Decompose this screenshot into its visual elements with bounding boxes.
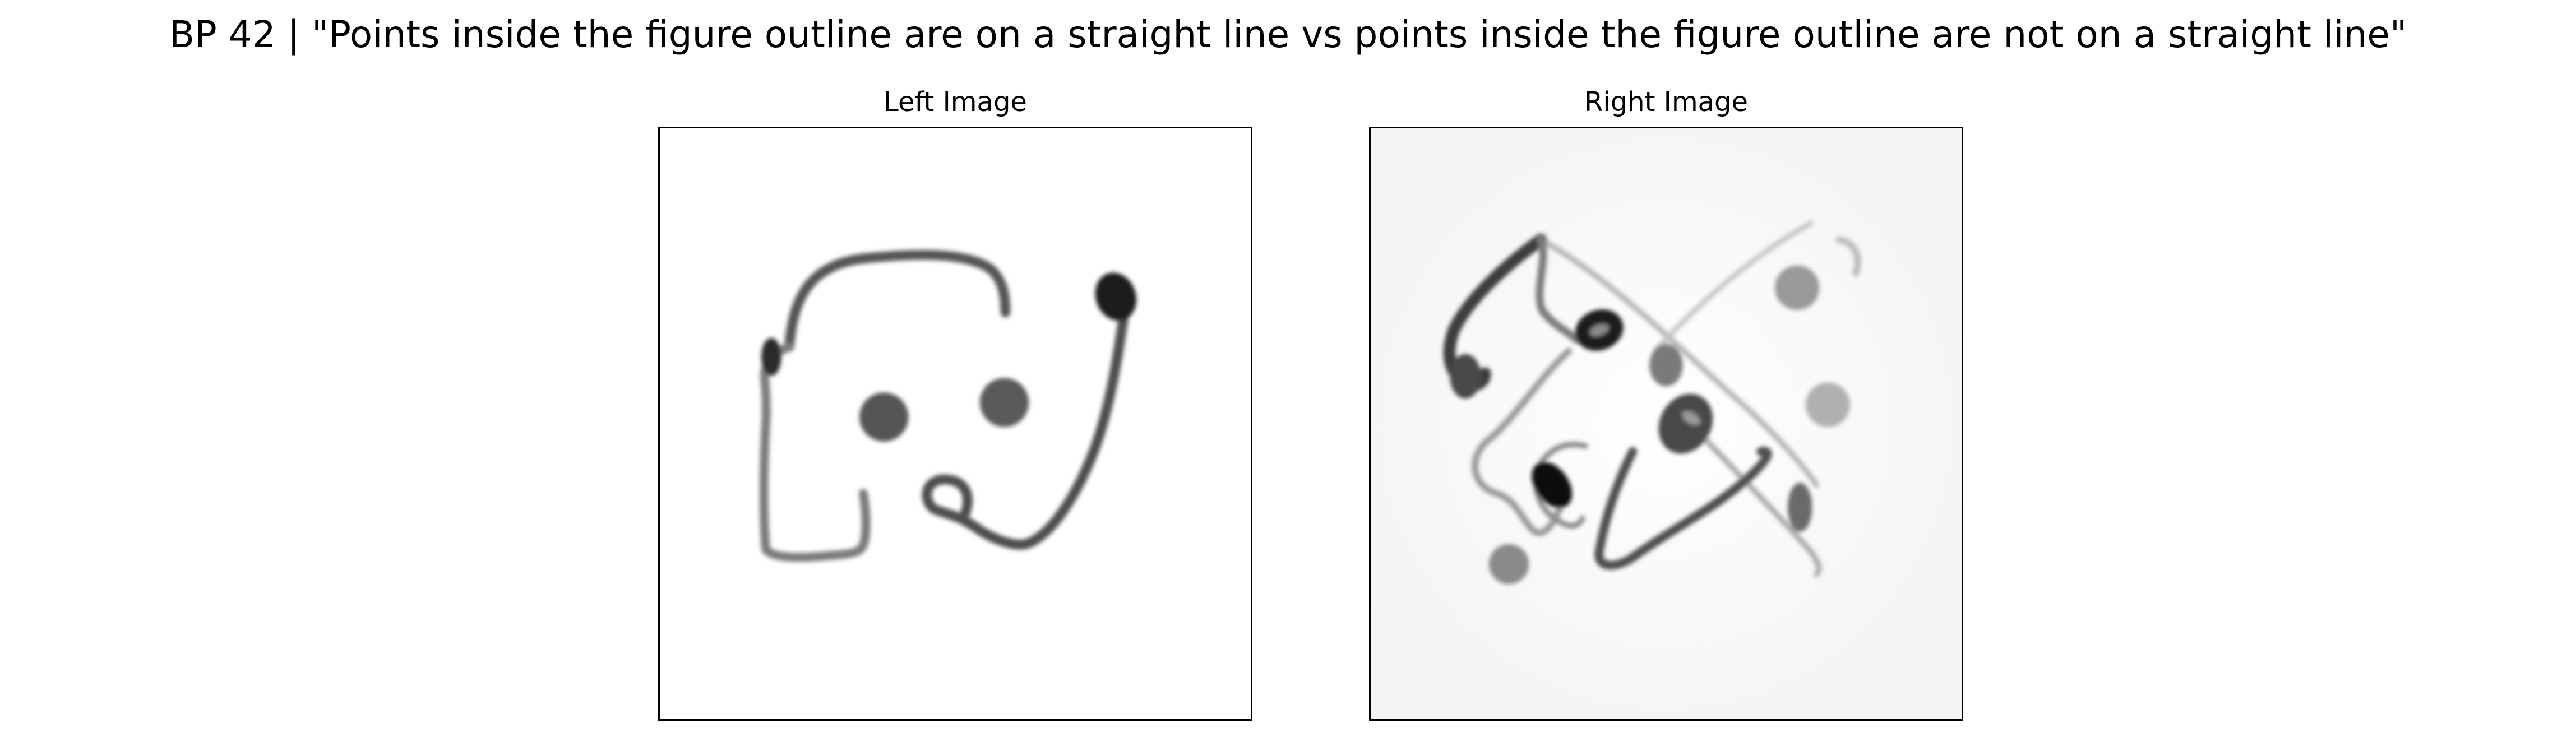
figure-title: BP 42 | "Points inside the figure outlin… [169,13,2407,56]
point-1 [1774,265,1820,310]
point-2 [1805,382,1851,427]
point-inside-1 [859,392,909,442]
left-image [660,128,1251,719]
point-inside-2 [979,378,1029,427]
point-5 [1488,544,1529,585]
hook-end-cap [1450,354,1481,399]
point-4 [1787,483,1812,532]
right-image-panel [1369,127,1963,721]
left-image-background [660,128,1251,719]
point-3 [1649,344,1683,387]
left-image-panel [658,127,1252,721]
right-image [1371,128,1962,719]
right-panel-title: Right Image [1584,86,1748,118]
outline-end-cap-left [761,337,781,376]
left-panel-title: Left Image [884,86,1027,118]
